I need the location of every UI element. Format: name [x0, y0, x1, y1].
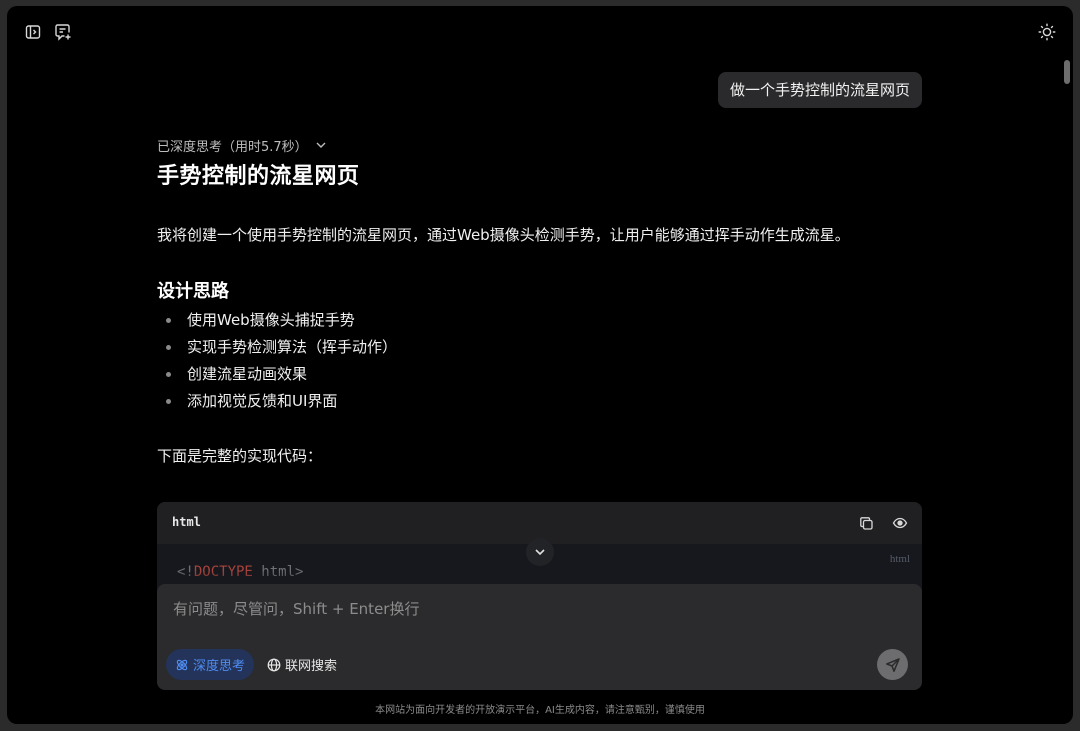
thinking-status-toggle[interactable]: 已深度思考（用时5.7秒）: [157, 136, 922, 155]
globe-icon: [267, 658, 281, 671]
expand-code-button[interactable]: [526, 538, 554, 566]
deep-think-toggle[interactable]: 深度思考: [166, 649, 255, 680]
code-tag-label: html: [889, 553, 910, 565]
message-input[interactable]: [157, 584, 922, 634]
sidebar-toggle-icon[interactable]: [23, 22, 43, 42]
atom-icon: [176, 659, 188, 670]
list-item: 添加视觉反馈和UI界面: [157, 388, 922, 415]
web-search-label: 联网搜索: [285, 659, 338, 674]
send-icon: [885, 657, 900, 672]
code-language-label: html: [172, 515, 201, 529]
answer-title: 手势控制的流星网页: [157, 164, 360, 189]
preview-eye-icon[interactable]: [891, 514, 909, 532]
assistant-answer: 已深度思考（用时5.7秒） 手势控制的流星网页 我将创建一个使用手势控制的流星网…: [157, 136, 922, 467]
code-lead-text: 下面是完整的实现代码：: [157, 447, 323, 465]
top-bar: [7, 6, 1073, 60]
new-chat-icon[interactable]: [53, 22, 73, 42]
list-item: 实现手势检测算法（挥手动作）: [157, 334, 922, 361]
send-button[interactable]: [877, 649, 908, 680]
footer-disclaimer: 本网站为面向开发者的开放演示平台，AI生成内容，请注意甄别，谨慎使用: [375, 705, 705, 716]
app-window: 做一个手势控制的流星网页 已深度思考（用时5.7秒） 手势控制的流星网页 我将创…: [7, 6, 1073, 724]
message-composer: 深度思考 联网搜索: [157, 584, 922, 690]
web-search-toggle[interactable]: 联网搜索: [259, 649, 345, 680]
section-title: 设计思路: [157, 281, 229, 302]
design-bullet-list: 使用Web摄像头捕捉手势 实现手势检测算法（挥手动作） 创建流星动画效果 添加视…: [157, 307, 922, 415]
chevron-down-icon: [535, 549, 545, 556]
theme-sun-icon[interactable]: [1037, 22, 1057, 42]
scrollbar-thumb[interactable]: [1064, 60, 1070, 84]
thinking-status-label: 已深度思考（用时5.7秒）: [157, 139, 308, 155]
user-message-bubble: 做一个手势控制的流星网页: [717, 72, 922, 108]
list-item: 创建流星动画效果: [157, 361, 922, 388]
list-item: 使用Web摄像头捕捉手势: [157, 307, 922, 334]
copy-icon[interactable]: [857, 514, 875, 532]
deep-think-label: 深度思考: [193, 659, 246, 674]
code-block: html <!DOCTYPE html> html: [157, 502, 922, 592]
chat-scrollbar[interactable]: [1064, 60, 1070, 720]
answer-intro: 我将创建一个使用手势控制的流星网页，通过Web摄像头检测手势，让用户能够通过挥手…: [157, 226, 850, 244]
code-first-line: <!DOCTYPE html>: [177, 564, 304, 580]
chevron-down-icon: [316, 142, 326, 148]
